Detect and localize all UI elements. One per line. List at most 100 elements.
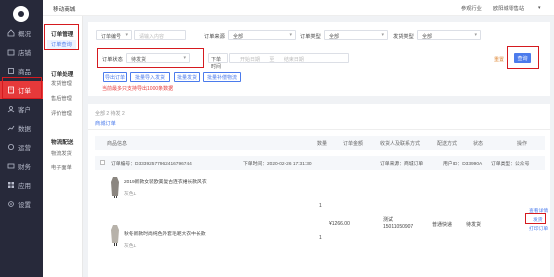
sidebar-item-2[interactable]: 店铺 [0,43,43,61]
order-number: 订单编号：D33392577962416796744 [111,162,192,167]
sidebar-item-label: 店铺 [18,50,31,57]
product-thumbnail-jacket [111,225,119,246]
order-no-input[interactable]: 请输入内容 [134,30,186,40]
bulk-cancel-button[interactable]: 批量补偿物流 [203,72,241,82]
th-status: 状态 [473,141,484,147]
logo [13,6,29,22]
finance-icon [7,162,15,170]
product-spec-2: 灰色L [124,244,137,249]
chart-icon [7,124,15,132]
start-date[interactable]: 开始日期 [240,57,260,63]
chevron-down-icon: ▾ [381,32,384,38]
product-name-1[interactable]: 2019新款女装欧美复古连衣裙长款风衣 [124,178,207,185]
ship-type-select[interactable]: 全部 ▾ [417,30,481,40]
subnav-group-logistics: 物流配送 [51,140,74,146]
print-order-link[interactable]: 打印订单 [529,225,548,232]
home-icon [7,29,15,37]
secondary-sidebar: 订单管理 订单查询 订单处理 发货管理 售后管理 评价管理 物流配送 物流发货 … [43,16,83,277]
th-qty: 数量 [317,141,328,147]
app-name: 移动商城 [53,7,76,13]
sidebar-item-label: 财务 [18,164,31,171]
ops-icon [7,143,15,151]
sidebar-item-label: 设置 [18,202,31,209]
customer-icon [7,105,15,113]
sidebar-item-8[interactable]: 财务 [0,157,43,175]
highlight-box-ship [525,213,546,224]
shop-name[interactable]: 参观行业 [461,5,482,12]
highlight-box-status [97,48,204,68]
subnav-group-order-process: 订单处理 [51,72,74,78]
product-thumbnail-coat [111,177,119,198]
store-icon [7,48,15,56]
sidebar-item-label: 商品 [18,69,31,76]
order-status: 待发货 [466,222,482,228]
product-qty-2: 1 [319,235,322,241]
reset-link[interactable]: 重置 [494,56,504,63]
tab-divider [88,129,550,130]
delivery-method: 普通快递 [432,222,453,228]
order-time: 下单时间：2020-02-26 17:31:30 [243,162,312,167]
th-receiver: 收货人及联系方式 [380,141,421,147]
sidebar-item-1[interactable]: 概况 [0,24,43,42]
bulk-ship-button[interactable]: 批量发货 [174,72,200,82]
subnav-item-aftersale[interactable]: 售后管理 [51,95,72,102]
chevron-down-icon: ▾ [289,32,292,38]
order-checkbox[interactable] [100,160,105,165]
product-spec-1: 灰色L [124,192,137,197]
app-icon [7,181,15,189]
highlight-box-subnav [44,24,79,50]
chevron-down-icon: ▾ [125,32,128,38]
filter-card: 订单编号 ▾ 请输入内容 订单来源 全部 ▾ 订单类型 全部 ▾ 发货类型 全部 ▾ 订… [88,22,550,96]
tab-counts: 全部 2 待发 2 [95,111,125,117]
th-ops: 操作 [517,141,528,147]
top-header: 移动商城 参观行业 欧阳城零售站 ▾ [43,0,554,16]
table-header: 商品信息 数量 订单金额 收货人及联系方式 配送方式 状态 操作 [95,136,545,150]
product-name-2[interactable]: 秋冬新款时尚纯色外套毛呢大衣中长款 [124,230,206,237]
subnav-item-logistics-ship[interactable]: 物流发货 [51,150,72,157]
type-select[interactable]: 全部 ▾ [324,30,388,40]
sidebar-item-label: 运营 [18,145,31,152]
highlight-box-query [507,46,539,69]
sidebar-item-5[interactable]: 客户 [0,100,43,118]
sidebar-item-label: 客户 [18,107,31,114]
goods-icon [7,67,15,75]
th-product: 商品信息 [107,141,128,147]
order-channel: 订单来源：商城订单 [380,162,424,167]
product-qty-1: 1 [319,203,322,209]
sidebar-item-7[interactable]: 运营 [0,138,43,156]
order-no-select[interactable]: 订单编号 ▾ [96,30,132,40]
order-amount: ¥1266.00 [329,221,350,227]
sidebar-item-6[interactable]: 数据 [0,119,43,137]
user-caret-icon[interactable]: ▾ [538,5,541,11]
range-separator: 至 [269,57,275,63]
highlight-box-order-nav [2,77,42,99]
time-type-select[interactable]: 下单时间 [208,53,228,70]
order-user-id: 用户ID：D33990A [443,162,483,167]
source-label: 订单来源 [204,34,225,40]
source-select[interactable]: 全部 ▾ [228,30,296,40]
ship-type-label: 发货类型 [393,34,414,40]
order-info-bar: 订单编号：D33392577962416796744 下单时间：2020-02-… [95,156,545,170]
chevron-down-icon: ▾ [474,32,477,38]
sidebar-item-label: 数据 [18,126,31,133]
sidebar-item-10[interactable]: 设置 [0,195,43,213]
receiver-name: 测试 [383,217,394,223]
orders-card: 全部 2 待发 2 商城订单 商品信息 数量 订单金额 收货人及联系方式 配送方… [88,104,550,277]
subnav-item-ship-manage[interactable]: 发货管理 [51,80,72,87]
order-type: 订单类型：公众号 [491,162,530,167]
th-amount: 订单金额 [343,141,364,147]
date-range-input[interactable]: 开始日期 至 结束日期 [229,53,349,63]
sidebar-item-9[interactable]: 应用 [0,176,43,194]
type-label: 订单类型 [300,34,321,40]
gear-icon [7,200,15,208]
end-date[interactable]: 结束日期 [284,57,304,63]
th-delivery: 配送方式 [437,141,458,147]
sidebar-item-label: 概况 [18,31,31,38]
subnav-item-e-waybill[interactable]: 电子面单 [51,164,72,171]
bulk-import-button[interactable]: 批量导入发货 [130,72,170,82]
export-button[interactable]: 导出订单 [103,72,127,82]
sidebar-item-label: 应用 [18,183,31,190]
user-name[interactable]: 欧阳城零售站 [493,5,524,12]
subnav-item-review[interactable]: 评价管理 [51,110,72,117]
export-note: 当前最多只支持导出1000条数据 [102,86,174,92]
